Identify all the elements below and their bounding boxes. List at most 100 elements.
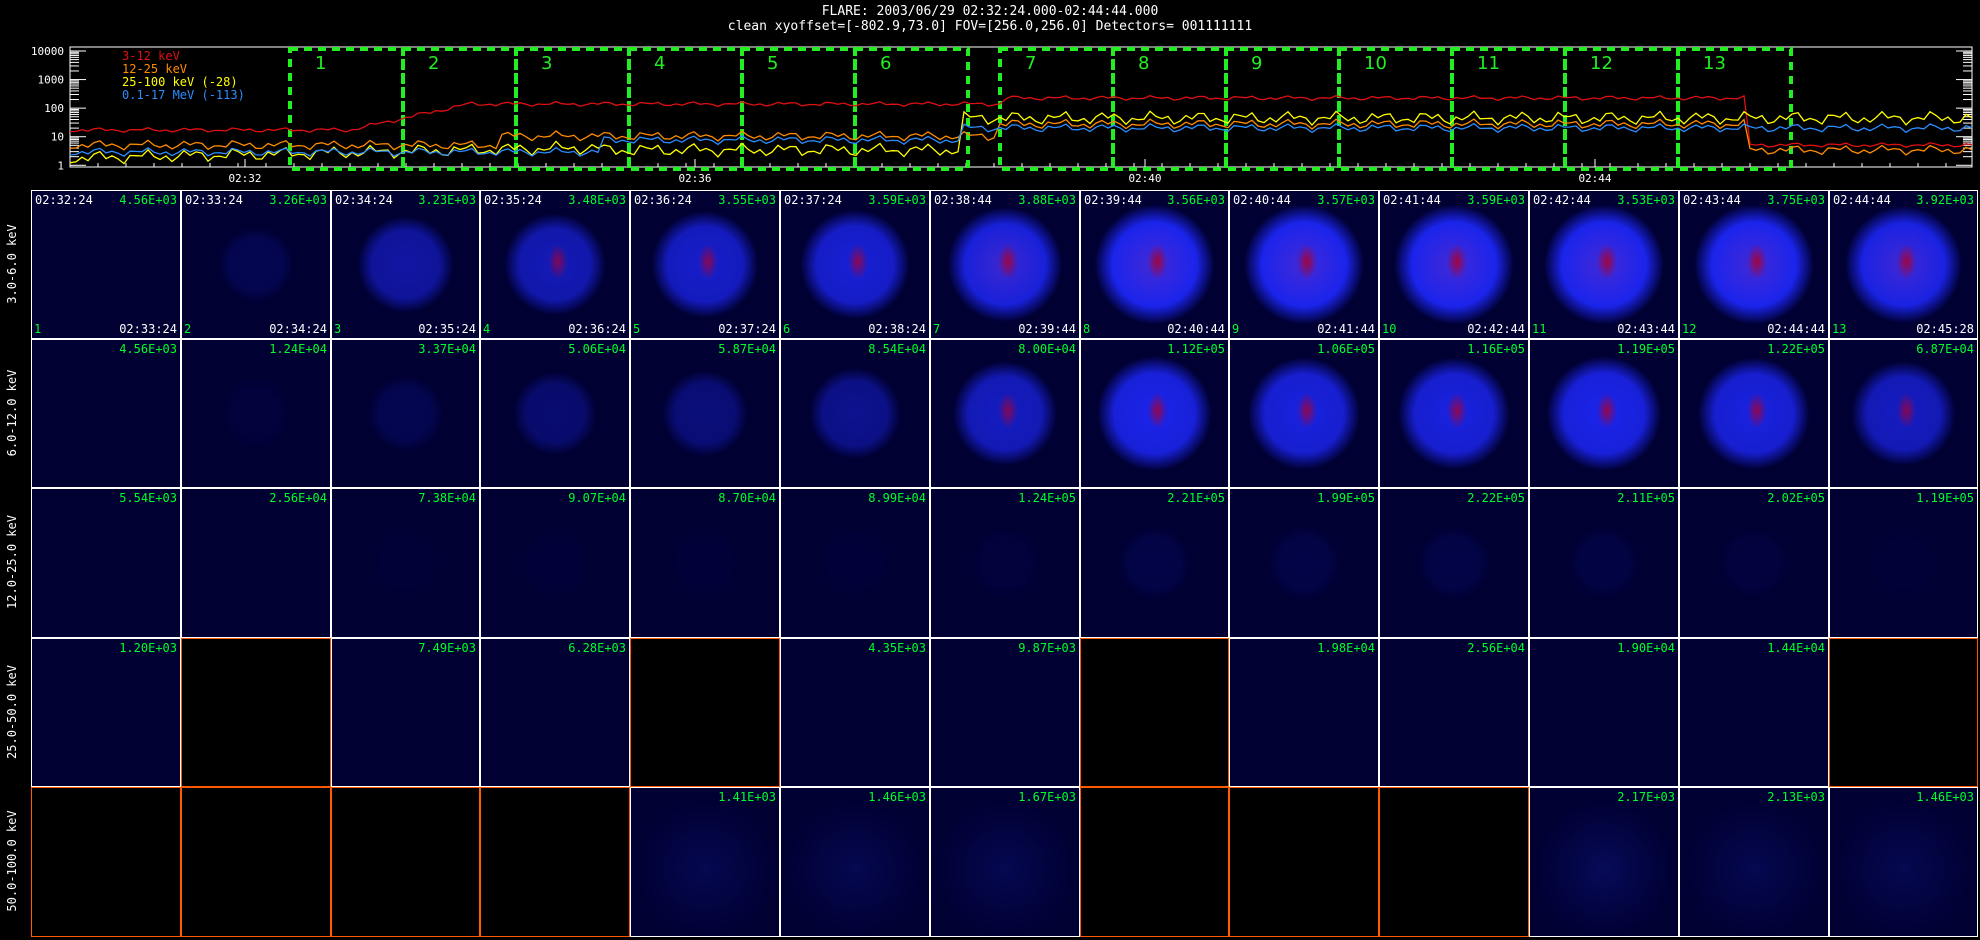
source-emission <box>1830 788 1977 936</box>
interval-number: 5 <box>767 53 778 74</box>
image-cell: 1.99E+05 <box>1229 488 1379 638</box>
cell-end-time: 02:37:24 <box>718 322 776 336</box>
cell-end-time: 02:34:24 <box>269 322 327 336</box>
cell-peak-value: 1.24E+04 <box>269 342 327 356</box>
cell-peak-value: 1.99E+05 <box>1317 491 1375 505</box>
cell-peak-value: 3.56E+03 <box>1167 193 1225 207</box>
image-cell: 2.02E+05 <box>1679 488 1829 638</box>
source-emission <box>182 340 330 487</box>
image-cell: 1.41E+03 <box>630 787 780 937</box>
cell-peak-value: 5.54E+03 <box>119 491 177 505</box>
cell-interval-number: 2 <box>184 322 192 336</box>
source-emission <box>1380 191 1528 338</box>
source-emission <box>332 191 479 338</box>
cell-start-time: 02:35:24 <box>484 193 542 207</box>
cell-peak-value: 3.57E+03 <box>1317 193 1375 207</box>
image-cell <box>1229 787 1379 937</box>
cell-start-time: 02:43:44 <box>1683 193 1741 207</box>
cell-peak-value: 1.90E+04 <box>1617 641 1675 655</box>
interval-box <box>853 47 970 171</box>
cell-peak-value: 2.21E+05 <box>1167 491 1225 505</box>
interval-box <box>1111 47 1228 171</box>
row-label: 25.0-50.0 keV <box>5 664 19 759</box>
image-cell: 8.99E+04 <box>780 488 930 638</box>
image-cell <box>181 787 331 937</box>
image-cell: 2.13E+03 <box>1679 787 1829 937</box>
source-emission <box>1530 191 1678 338</box>
image-cell: 02:42:44 11 02:43:44 3.53E+03 <box>1529 190 1679 339</box>
cell-peak-value: 1.16E+05 <box>1467 342 1525 356</box>
source-emission <box>1230 191 1378 338</box>
lightcurve-plot: 10000 1000 100 10 1 02:32 02:36 02:40 02:44 3-12 … <box>31 45 1973 185</box>
interval-box <box>1450 47 1567 171</box>
cell-peak-value: 3.55E+03 <box>718 193 776 207</box>
source-emission <box>781 489 929 637</box>
image-cell <box>1379 787 1529 937</box>
image-cell: 8.54E+04 <box>780 339 930 488</box>
cell-peak-value: 8.99E+04 <box>868 491 926 505</box>
cell-peak-value: 3.92E+03 <box>1916 193 1974 207</box>
image-cell <box>181 638 331 787</box>
cell-end-time: 02:44:44 <box>1767 322 1825 336</box>
cell-peak-value: 1.67E+03 <box>1018 790 1076 804</box>
cell-peak-value: 3.88E+03 <box>1018 193 1076 207</box>
cell-peak-value: 5.06E+04 <box>568 342 626 356</box>
interval-box <box>998 47 1115 171</box>
cell-start-time: 02:44:44 <box>1833 193 1891 207</box>
image-cell <box>331 787 480 937</box>
image-cell: 7.38E+04 <box>331 488 480 638</box>
cell-peak-value: 2.22E+05 <box>1467 491 1525 505</box>
cell-interval-number: 13 <box>1832 322 1847 336</box>
cell-end-time: 02:43:44 <box>1617 322 1675 336</box>
lightcurve-series <box>69 122 1973 157</box>
lightcurve-series <box>69 118 1973 156</box>
legend-entry: 25-100 keV (-28) <box>122 75 238 89</box>
cell-peak-value: 3.26E+03 <box>269 193 327 207</box>
interval-number: 8 <box>1138 53 1149 74</box>
source-emission <box>1830 191 1977 338</box>
cell-peak-value: 2.11E+05 <box>1617 491 1675 505</box>
interval-box <box>514 47 631 171</box>
image-cell: 5.87E+04 <box>630 339 780 488</box>
x-tick-label: 02:44 <box>1578 172 1611 185</box>
image-cell: 5.06E+04 <box>480 339 630 488</box>
cell-start-time: 02:36:24 <box>634 193 692 207</box>
cell-peak-value: 1.46E+03 <box>868 790 926 804</box>
cell-peak-value: 3.53E+03 <box>1617 193 1675 207</box>
image-cell: 02:38:44 7 02:39:44 3.88E+03 <box>930 190 1080 339</box>
source-emission <box>1530 340 1678 487</box>
interval-number: 9 <box>1251 53 1262 74</box>
cell-start-time: 02:38:44 <box>934 193 992 207</box>
image-cell: 1.06E+05 <box>1229 339 1379 488</box>
image-cell: 5.54E+03 <box>31 488 181 638</box>
interval-box <box>1224 47 1341 171</box>
source-emission <box>1680 489 1828 637</box>
image-cell: 02:34:24 3 02:35:24 3.23E+03 <box>331 190 480 339</box>
cell-peak-value: 3.59E+03 <box>1467 193 1525 207</box>
image-cell: 02:44:44 13 02:45:28 3.92E+03 <box>1829 190 1978 339</box>
source-emission <box>1830 340 1977 487</box>
source-emission <box>182 191 330 338</box>
cell-end-time: 02:36:24 <box>568 322 626 336</box>
interval-number: 6 <box>880 53 891 74</box>
image-cell: 1.19E+05 <box>1529 339 1679 488</box>
cell-peak-value: 1.12E+05 <box>1167 342 1225 356</box>
image-cell <box>630 638 780 787</box>
source-emission <box>631 788 779 936</box>
cell-interval-number: 10 <box>1382 322 1397 336</box>
image-cell: 2.22E+05 <box>1379 488 1529 638</box>
source-emission <box>781 340 929 487</box>
source-emission <box>931 191 1079 338</box>
interval-box <box>627 47 744 171</box>
image-cell: 02:43:44 12 02:44:44 3.75E+03 <box>1679 190 1829 339</box>
interval-number: 1 <box>315 53 326 74</box>
cell-start-time: 02:33:24 <box>185 193 243 207</box>
cell-interval-number: 3 <box>334 322 342 336</box>
x-tick-label: 02:40 <box>1128 172 1161 185</box>
source-emission <box>1081 340 1228 487</box>
image-cell: 02:41:44 10 02:42:44 3.59E+03 <box>1379 190 1529 339</box>
image-cell: 1.22E+05 <box>1679 339 1829 488</box>
cell-start-time: 02:34:24 <box>335 193 393 207</box>
cell-interval-number: 12 <box>1682 322 1697 336</box>
source-emission <box>1530 489 1678 637</box>
